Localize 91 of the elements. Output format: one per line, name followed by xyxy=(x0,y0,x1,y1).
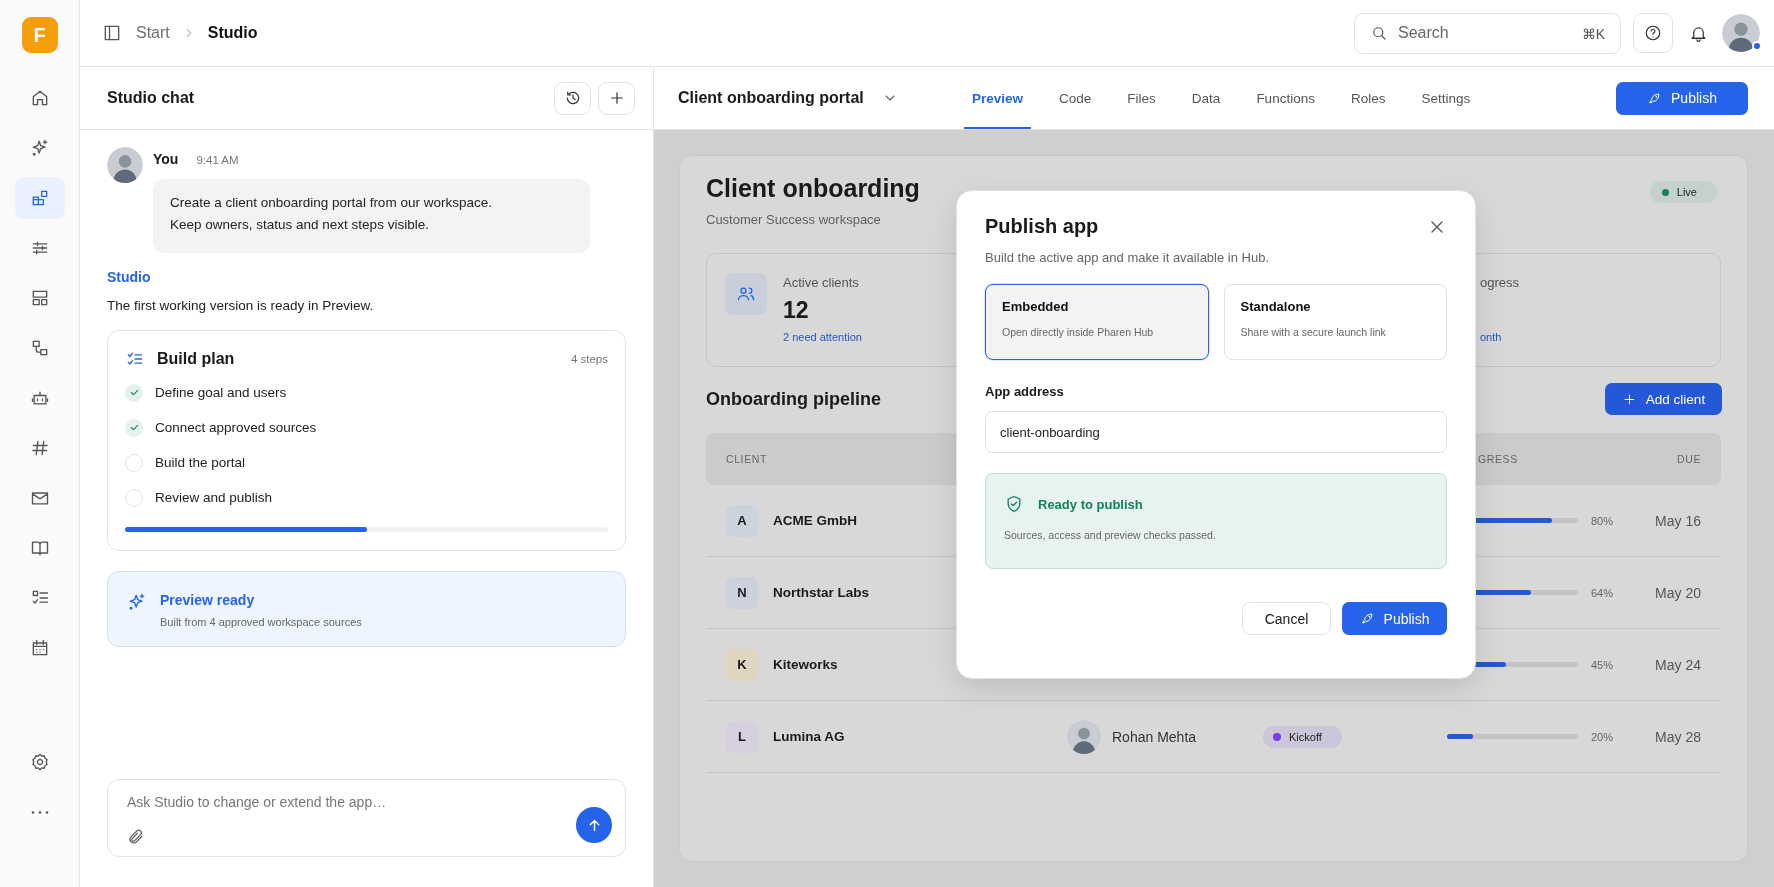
user-avatar xyxy=(107,147,143,183)
status-text: Sources, access and preview checks passed. xyxy=(1004,529,1217,541)
progress-value: 64% xyxy=(1591,586,1614,599)
tab[interactable]: Functions xyxy=(1248,67,1323,129)
section-title: Onboarding pipeline xyxy=(706,388,881,410)
publish-button[interactable]: Publish xyxy=(1616,81,1748,115)
status-label: Kickoff xyxy=(1289,730,1322,743)
status-badge: Live xyxy=(1649,181,1717,203)
help-icon xyxy=(1644,24,1662,42)
progress-value: 80% xyxy=(1591,514,1614,527)
publish-button[interactable]: Publish xyxy=(1342,602,1447,635)
column-header: DUE xyxy=(1677,453,1701,465)
tab[interactable]: Roles xyxy=(1342,67,1394,129)
due-date: May 24 xyxy=(1655,656,1701,673)
option-title: Embedded xyxy=(1002,299,1070,314)
card-title: Build plan xyxy=(157,350,235,368)
shortcut-hint: ⌘K xyxy=(1581,25,1605,42)
tab[interactable]: Files xyxy=(1119,67,1164,129)
dialog-title: Publish app xyxy=(985,215,1099,238)
stat-note: 2 need attention xyxy=(783,331,862,343)
field-label: App address xyxy=(985,384,1065,399)
due-date: May 16 xyxy=(1655,512,1701,529)
step-label: Build the portal xyxy=(155,455,246,470)
client-initial: N xyxy=(726,576,758,609)
option-title: Standalone xyxy=(1240,299,1312,314)
stat-label: ogress xyxy=(1480,275,1520,290)
client-initial: K xyxy=(726,648,758,681)
step-label: Define goal and users xyxy=(155,385,287,400)
author-name: Studio xyxy=(107,269,152,285)
notice-title: Preview ready xyxy=(160,592,256,608)
stat-note: onth xyxy=(1480,331,1503,343)
message-text: Create a client onboarding portal from our workspace. xyxy=(170,194,493,212)
paperclip-icon xyxy=(127,828,145,846)
due-date: May 20 xyxy=(1655,584,1701,601)
step-label: Connect approved sources xyxy=(155,420,317,435)
sidebar-toggle-button[interactable] xyxy=(102,23,122,43)
client-initial: A xyxy=(726,504,758,537)
option-card[interactable]: Embedded Open directly inside Pharen Hub xyxy=(985,284,1209,360)
help-button[interactable] xyxy=(1633,13,1673,53)
client-name: Lumina AG xyxy=(773,729,845,744)
breadcrumb-link[interactable]: Start xyxy=(136,24,170,42)
client-name: ACME GmbH xyxy=(773,513,857,528)
nav-item[interactable] xyxy=(14,177,65,219)
status-title: Ready to publish xyxy=(1038,496,1143,512)
client-name: Northstar Labs xyxy=(773,585,870,600)
new-chat-button[interactable] xyxy=(598,81,635,115)
owner-name: Rohan Mehta xyxy=(1112,728,1197,745)
option-description: Share with a secure launch link xyxy=(1240,326,1387,338)
app-logo: F xyxy=(21,17,58,53)
sidebar-icon xyxy=(102,23,122,43)
hash-icon xyxy=(29,438,50,458)
author-name: You xyxy=(153,151,179,167)
column-header: GRESS xyxy=(1477,453,1519,465)
message-text: Keep owners, status and next steps visible. xyxy=(170,216,430,234)
progress-value: 20% xyxy=(1591,730,1614,743)
step-label: Review and publish xyxy=(155,490,273,505)
notice-text: Built from 4 approved workspace sources xyxy=(160,616,362,628)
send-button[interactable] xyxy=(576,807,612,843)
client-name: Kiteworks xyxy=(773,657,838,672)
sparkle-icon xyxy=(127,592,147,612)
progress-value: 45% xyxy=(1591,658,1614,671)
owner-avatar xyxy=(1067,719,1101,754)
panel-title: Studio chat xyxy=(107,89,195,107)
more-icon xyxy=(30,810,49,814)
message-text: The first working version is ready in Preview. xyxy=(107,298,375,313)
app-title: Client onboarding portal xyxy=(678,89,864,107)
breadcrumb-link[interactable]: Studio xyxy=(207,24,258,42)
plus-icon xyxy=(1621,391,1637,407)
attach-button[interactable] xyxy=(127,828,145,846)
page-title: Client onboarding xyxy=(706,174,920,203)
tab[interactable]: Data xyxy=(1183,67,1229,129)
dialog-description: Build the active app and make it available in Hub. xyxy=(985,250,1270,265)
column-header: CLIENT xyxy=(726,453,768,465)
message-time: 9:41 AM xyxy=(196,154,239,166)
search-icon xyxy=(1370,24,1388,42)
step-count: 4 steps xyxy=(570,353,608,365)
stat-value: 12 xyxy=(783,297,810,324)
history-button[interactable] xyxy=(554,81,591,115)
settings-icon xyxy=(29,752,50,772)
option-description: Open directly inside Pharen Hub xyxy=(1002,326,1155,338)
stat-label: Active clients xyxy=(783,275,860,290)
page-subtitle: Customer Success workspace xyxy=(706,212,882,227)
client-initial: L xyxy=(726,720,758,753)
user-avatar xyxy=(1722,14,1760,52)
tab[interactable]: Code xyxy=(1051,67,1100,129)
cancel-button[interactable]: Cancel xyxy=(1242,602,1331,635)
tab[interactable]: Settings xyxy=(1413,67,1479,129)
add-client-button[interactable]: Add client xyxy=(1605,383,1722,415)
due-date: May 28 xyxy=(1655,728,1701,745)
address-field[interactable]: client-onboarding xyxy=(985,411,1447,453)
option-card[interactable]: Standalone Share with a secure launch link xyxy=(1223,284,1447,360)
